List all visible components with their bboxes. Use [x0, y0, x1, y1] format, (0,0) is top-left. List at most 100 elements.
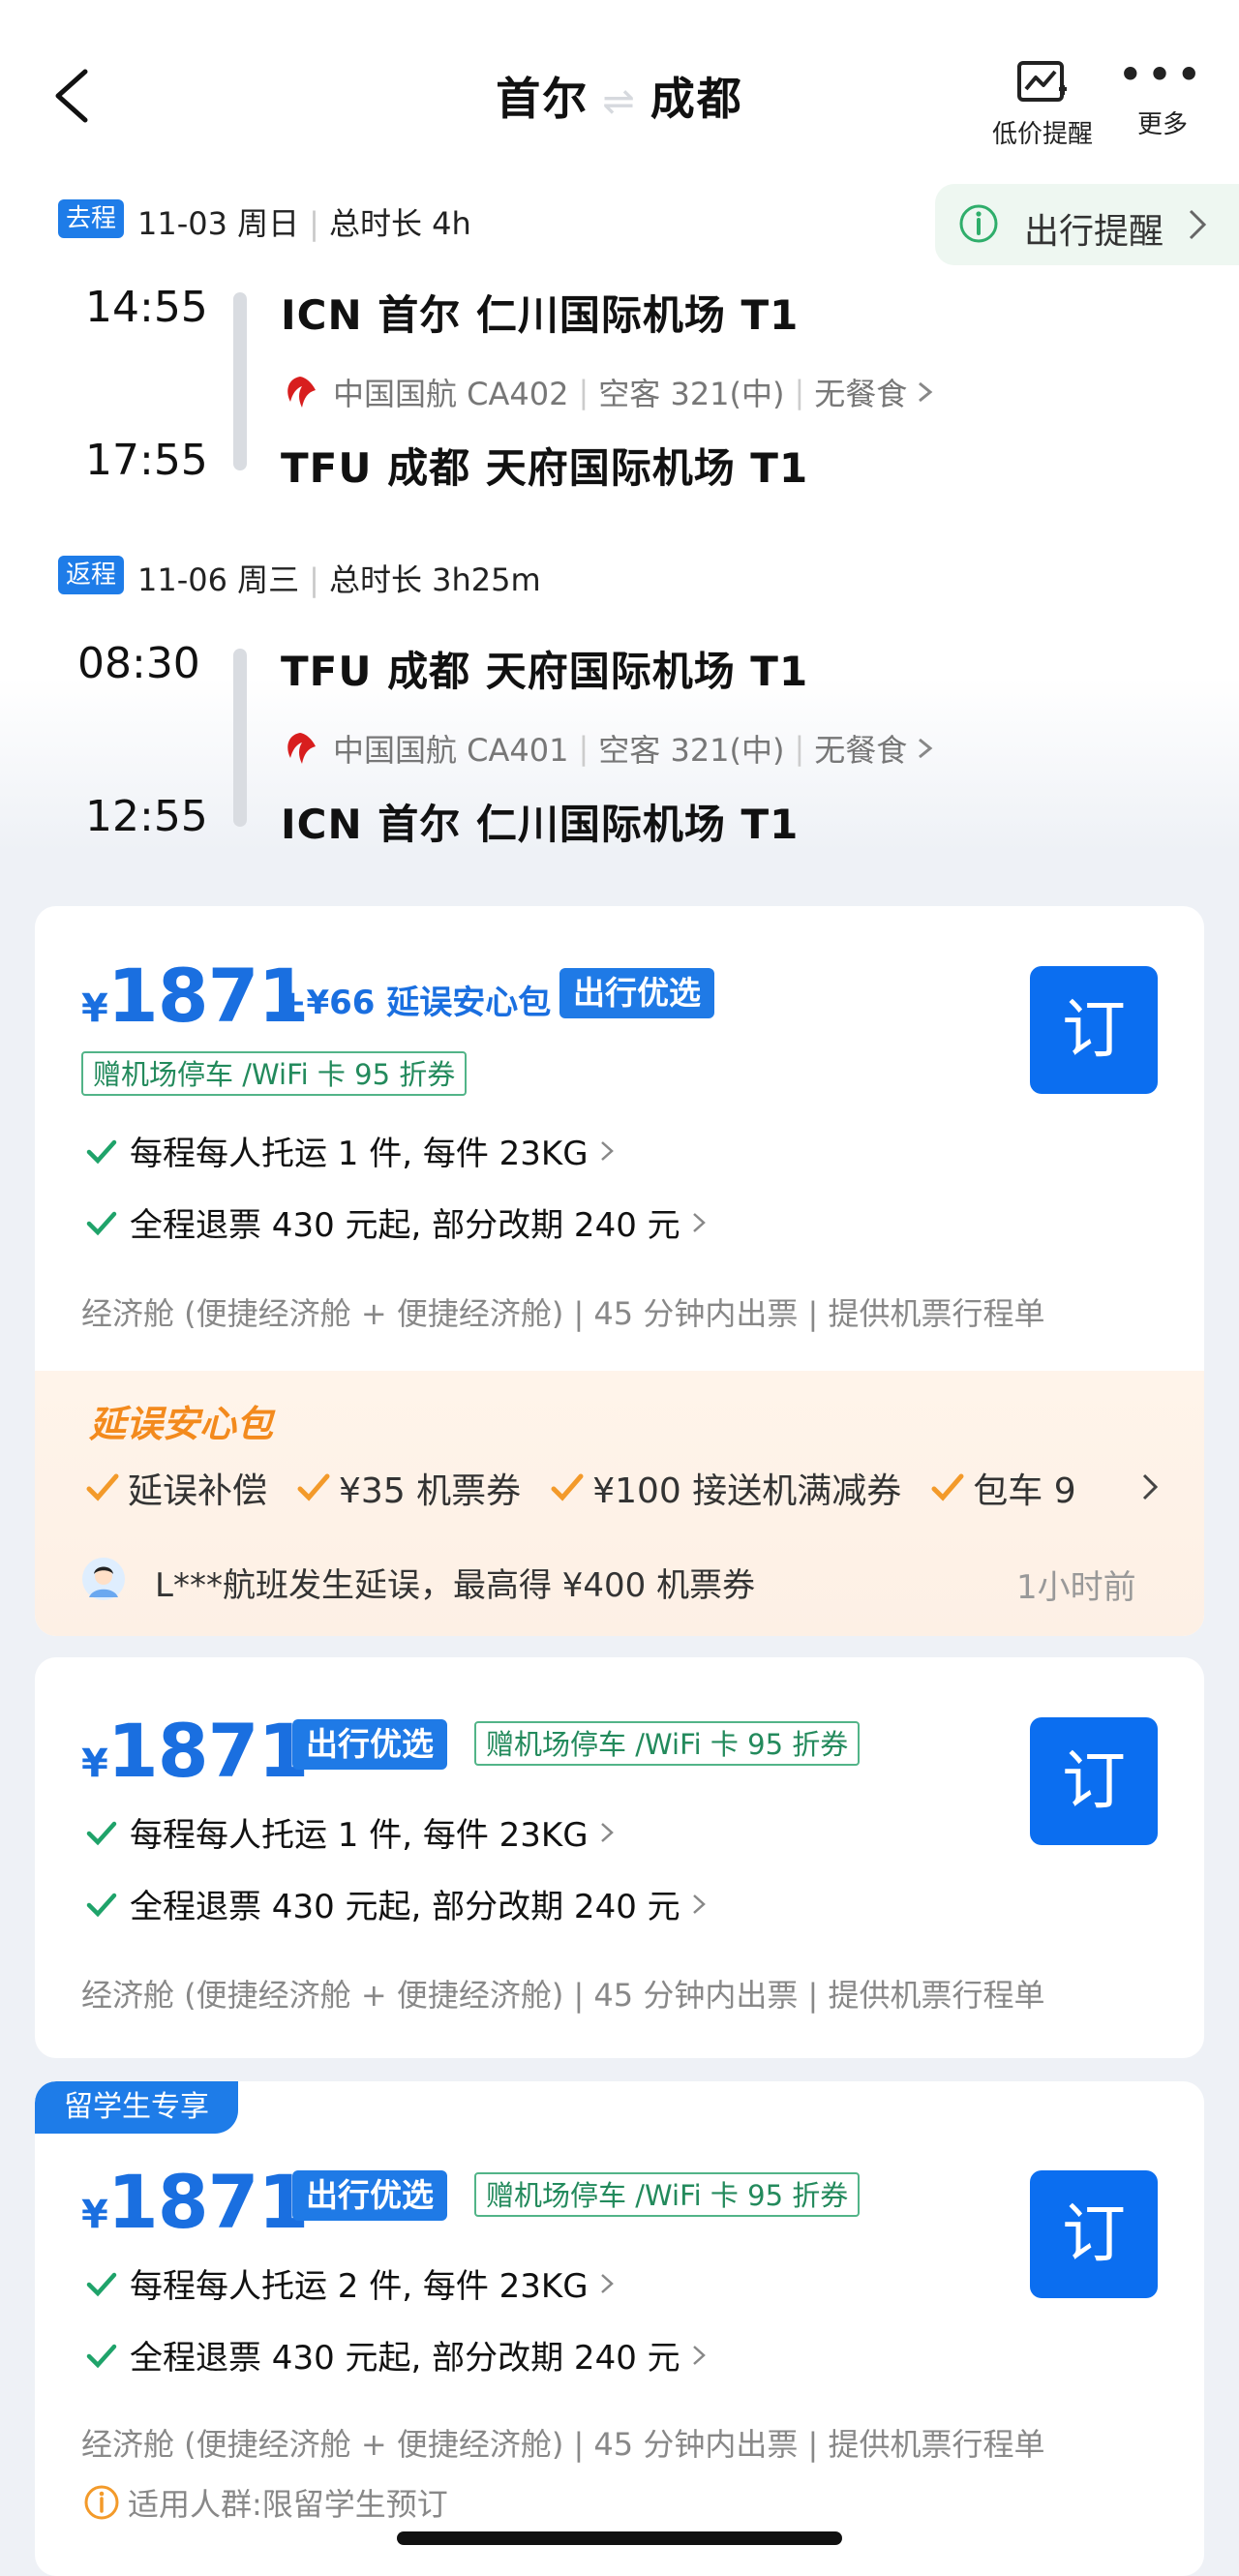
title-origin: 首尔 [496, 73, 589, 125]
outbound-duration: 总时长 4h [328, 205, 471, 242]
return-arrival-airport: ICN 首尔 仁川国际机场 T1 [281, 801, 800, 848]
preferred-badge: 出行优选 [292, 2170, 447, 2221]
fare-card-3[interactable]: 留学生专享 ¥1871 出行优选 赠机场停车 /WiFi 卡 95 折券 订 每… [35, 2081, 1204, 2576]
check-icon [86, 2272, 117, 2296]
return-meal: 无餐食 [814, 732, 908, 769]
baggage-info[interactable]: 每程每人托运 2 件, 每件 23KG [85, 2259, 616, 2307]
price-trend-icon [1017, 61, 1067, 102]
currency-symbol: ¥ [81, 986, 108, 1031]
delay-benefit-label: 包车 9 [973, 1471, 1076, 1511]
chevron-right-icon [692, 1894, 706, 1914]
student-exclusive-tag: 留学生专享 [35, 2081, 238, 2134]
check-icon [551, 1473, 584, 1501]
return-date: 11-06 周三 [137, 561, 300, 598]
home-indicator[interactable] [397, 2531, 842, 2545]
outbound-airline: 中国国航 CA402 [333, 376, 569, 412]
divider: | [794, 374, 805, 410]
chevron-right-icon [600, 1822, 614, 1842]
fare-price: ¥1871 [81, 953, 309, 1039]
cabin-info: 经济舱 (便捷经济舱 + 便捷经济舱) | 45 分钟内出票 | 提供机票行程单 [81, 1295, 1045, 1332]
applicable-passengers: 适用人群:限留学生预订 [83, 2480, 448, 2525]
more-button[interactable]: ••• 更多 [1100, 53, 1225, 140]
travel-tip-button[interactable]: 出行提醒 [935, 184, 1239, 265]
applicable-text: 适用人群:限留学生预订 [128, 2486, 448, 2523]
delay-benefit-label: ¥35 机票券 [339, 1471, 522, 1511]
outbound-flight-info[interactable]: 中国国航 CA402 | 空客 321(中) | 无餐食 [281, 370, 936, 414]
check-icon [86, 1139, 117, 1164]
price-alert-button[interactable]: 低价提醒 [980, 60, 1105, 150]
outbound-arrival-time: 17:55 [85, 436, 208, 485]
refund-info[interactable]: 全程退票 430 元起, 部分改期 240 元 [85, 1880, 708, 1927]
delay-benefit-label: 延误补偿 [128, 1471, 268, 1511]
refund-info[interactable]: 全程退票 430 元起, 部分改期 240 元 [85, 2331, 708, 2379]
delay-package-addon[interactable]: +¥66 延误安心包 [279, 976, 551, 1023]
baggage-info[interactable]: 每程每人托运 1 件, 每件 23KG [85, 1808, 616, 1856]
delay-benefits-list: 延误补偿 ¥35 机票券 ¥100 接送机满减券 包车 9 [85, 1464, 1150, 1512]
outbound-departure-time: 14:55 [85, 283, 208, 332]
check-icon [86, 2344, 117, 2368]
refund-text: 全程退票 430 元起, 部分改期 240 元 [130, 1888, 680, 1926]
flight-timeline-bar [233, 292, 247, 470]
check-icon [86, 1893, 117, 1917]
book-button[interactable]: 订 [1030, 2170, 1158, 2298]
outbound-tag: 去程 [58, 199, 125, 238]
delay-package-title: 延误安心包 [89, 1403, 274, 1445]
swap-icon[interactable]: ⇌ [602, 79, 637, 124]
baggage-text: 每程每人托运 1 件, 每件 23KG [130, 1816, 589, 1855]
cabin-info: 经济舱 (便捷经济舱 + 便捷经济舱) | 45 分钟内出票 | 提供机票行程单 [81, 1977, 1045, 2014]
check-icon [931, 1473, 964, 1501]
air-china-logo-icon [287, 377, 316, 408]
fare-card-1[interactable]: ¥1871 +¥66 延误安心包 出行优选 赠机场停车 /WiFi 卡 95 折… [35, 906, 1204, 1636]
delay-benefit-item: 延误补偿 [85, 1464, 267, 1512]
return-arrival-time: 12:55 [85, 792, 208, 841]
return-flight-info[interactable]: 中国国航 CA401 | 空客 321(中) | 无餐食 [281, 726, 936, 771]
chevron-right-icon [1189, 209, 1207, 240]
notice-timestamp: 1小时前 [1016, 1568, 1136, 1607]
delay-benefit-item: ¥35 机票券 [296, 1464, 521, 1512]
currency-symbol: ¥ [81, 2193, 108, 2237]
fare-card-2[interactable]: ¥1871 出行优选 赠机场停车 /WiFi 卡 95 折券 订 每程每人托运 … [35, 1657, 1204, 2058]
baggage-text: 每程每人托运 1 件, 每件 23KG [130, 1135, 589, 1173]
chevron-right-icon [600, 1140, 614, 1161]
outbound-meal: 无餐食 [814, 376, 908, 412]
delay-notice: L***航班发生延误，最高得 ¥400 机票券 [155, 1566, 756, 1605]
return-aircraft: 空客 321(中) [598, 732, 785, 769]
divider: | [578, 374, 589, 410]
chevron-right-icon [692, 2345, 706, 2365]
refund-text: 全程退票 430 元起, 部分改期 240 元 [130, 1206, 680, 1245]
preferred-badge: 出行优选 [292, 1719, 447, 1770]
divider: | [309, 561, 319, 598]
currency-symbol: ¥ [81, 1742, 108, 1786]
return-airline: 中国国航 CA401 [333, 732, 569, 769]
book-button[interactable]: 订 [1030, 1717, 1158, 1845]
more-label: 更多 [1136, 110, 1188, 139]
promo-badge: 赠机场停车 /WiFi 卡 95 折券 [474, 2172, 861, 2217]
check-icon [86, 1473, 119, 1501]
travel-tip-label: 出行提醒 [1024, 212, 1164, 252]
chevron-right-icon[interactable] [1138, 1468, 1162, 1506]
check-icon [86, 1211, 117, 1235]
delay-benefit-item: 包车 9 [930, 1464, 1076, 1512]
outbound-departure-airport: ICN 首尔 仁川国际机场 T1 [281, 291, 800, 339]
return-departure-time: 08:30 [77, 639, 200, 688]
chevron-right-icon [919, 738, 933, 759]
fare-price: ¥1871 [81, 2159, 309, 2245]
divider: | [578, 730, 589, 767]
cabin-info: 经济舱 (便捷经济舱 + 便捷经济舱) | 45 分钟内出票 | 提供机票行程单 [81, 2426, 1045, 2463]
title-destination: 成都 [650, 73, 743, 125]
promo-badge: 赠机场停车 /WiFi 卡 95 折券 [474, 1721, 861, 1766]
more-dots-icon: ••• [1118, 53, 1207, 96]
price-alert-label: 低价提醒 [991, 120, 1093, 149]
delay-benefit-item: ¥100 接送机满减券 [550, 1464, 901, 1512]
delay-package-panel[interactable]: 延误安心包 延误补偿 ¥35 机票券 ¥100 接送机满减券 包车 9 L***… [35, 1371, 1204, 1636]
air-china-logo-icon [287, 733, 316, 764]
baggage-info[interactable]: 每程每人托运 1 件, 每件 23KG [85, 1127, 616, 1174]
book-button[interactable]: 订 [1030, 966, 1158, 1094]
chevron-right-icon [600, 2273, 614, 2293]
outbound-date: 11-03 周日 [137, 205, 300, 242]
refund-info[interactable]: 全程退票 430 元起, 部分改期 240 元 [85, 1198, 708, 1246]
info-icon [84, 2485, 119, 2520]
outbound-arrival-airport: TFU 成都 天府国际机场 T1 [281, 444, 809, 492]
return-departure-airport: TFU 成都 天府国际机场 T1 [281, 648, 809, 695]
chevron-right-icon [692, 1212, 706, 1232]
